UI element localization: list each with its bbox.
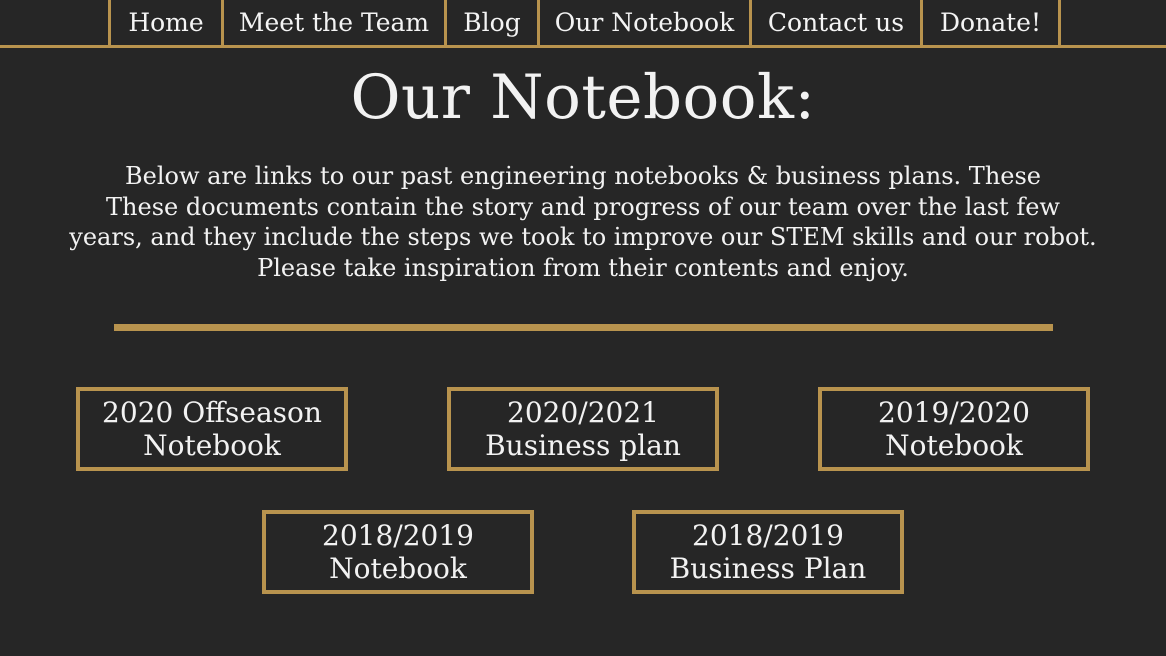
doc-link-line: Notebook [143,429,281,462]
nav-menu: Home Meet the Team Blog Our Notebook Con… [108,0,1061,48]
doc-link-line: 2018/2019 [692,519,844,552]
doc-link-2020-offseason-notebook[interactable]: 2020 Offseason Notebook [76,387,348,471]
intro-paragraph: Below are links to our past engineering … [40,161,1126,284]
doc-link-line: 2020 Offseason [102,396,322,429]
doc-link-2020-2021-business-plan[interactable]: 2020/2021 Business plan [447,387,719,471]
doc-link-line: Business plan [485,429,681,462]
doc-link-2018-2019-notebook[interactable]: 2018/2019 Notebook [262,510,534,594]
doc-link-line: 2020/2021 [507,396,659,429]
doc-link-line: 2018/2019 [322,519,474,552]
top-nav: Home Meet the Team Blog Our Notebook Con… [0,0,1166,48]
section-divider [114,324,1053,331]
nav-item-contact-us[interactable]: Contact us [752,0,923,45]
doc-link-2018-2019-business-plan[interactable]: 2018/2019 Business Plan [632,510,904,594]
page-title: Our Notebook: [350,62,816,133]
nav-item-our-notebook[interactable]: Our Notebook [540,0,752,45]
nav-item-donate[interactable]: Donate! [923,0,1061,45]
nav-item-blog[interactable]: Blog [447,0,540,45]
doc-link-line: 2019/2020 [878,396,1030,429]
intro-line: years, and they include the steps we too… [69,223,1097,252]
intro-line: Below are links to our past engineering … [125,162,1041,190]
doc-link-line: Notebook [329,552,467,585]
doc-link-2019-2020-notebook[interactable]: 2019/2020 Notebook [818,387,1090,471]
doc-link-line: Notebook [885,429,1023,462]
nav-item-home[interactable]: Home [111,0,224,45]
intro-line: Please take inspiration from their conte… [257,254,909,283]
doc-link-line: Business Plan [669,552,867,585]
intro-line: These documents contain the story and pr… [106,192,1060,221]
nav-item-meet-the-team[interactable]: Meet the Team [224,0,447,45]
